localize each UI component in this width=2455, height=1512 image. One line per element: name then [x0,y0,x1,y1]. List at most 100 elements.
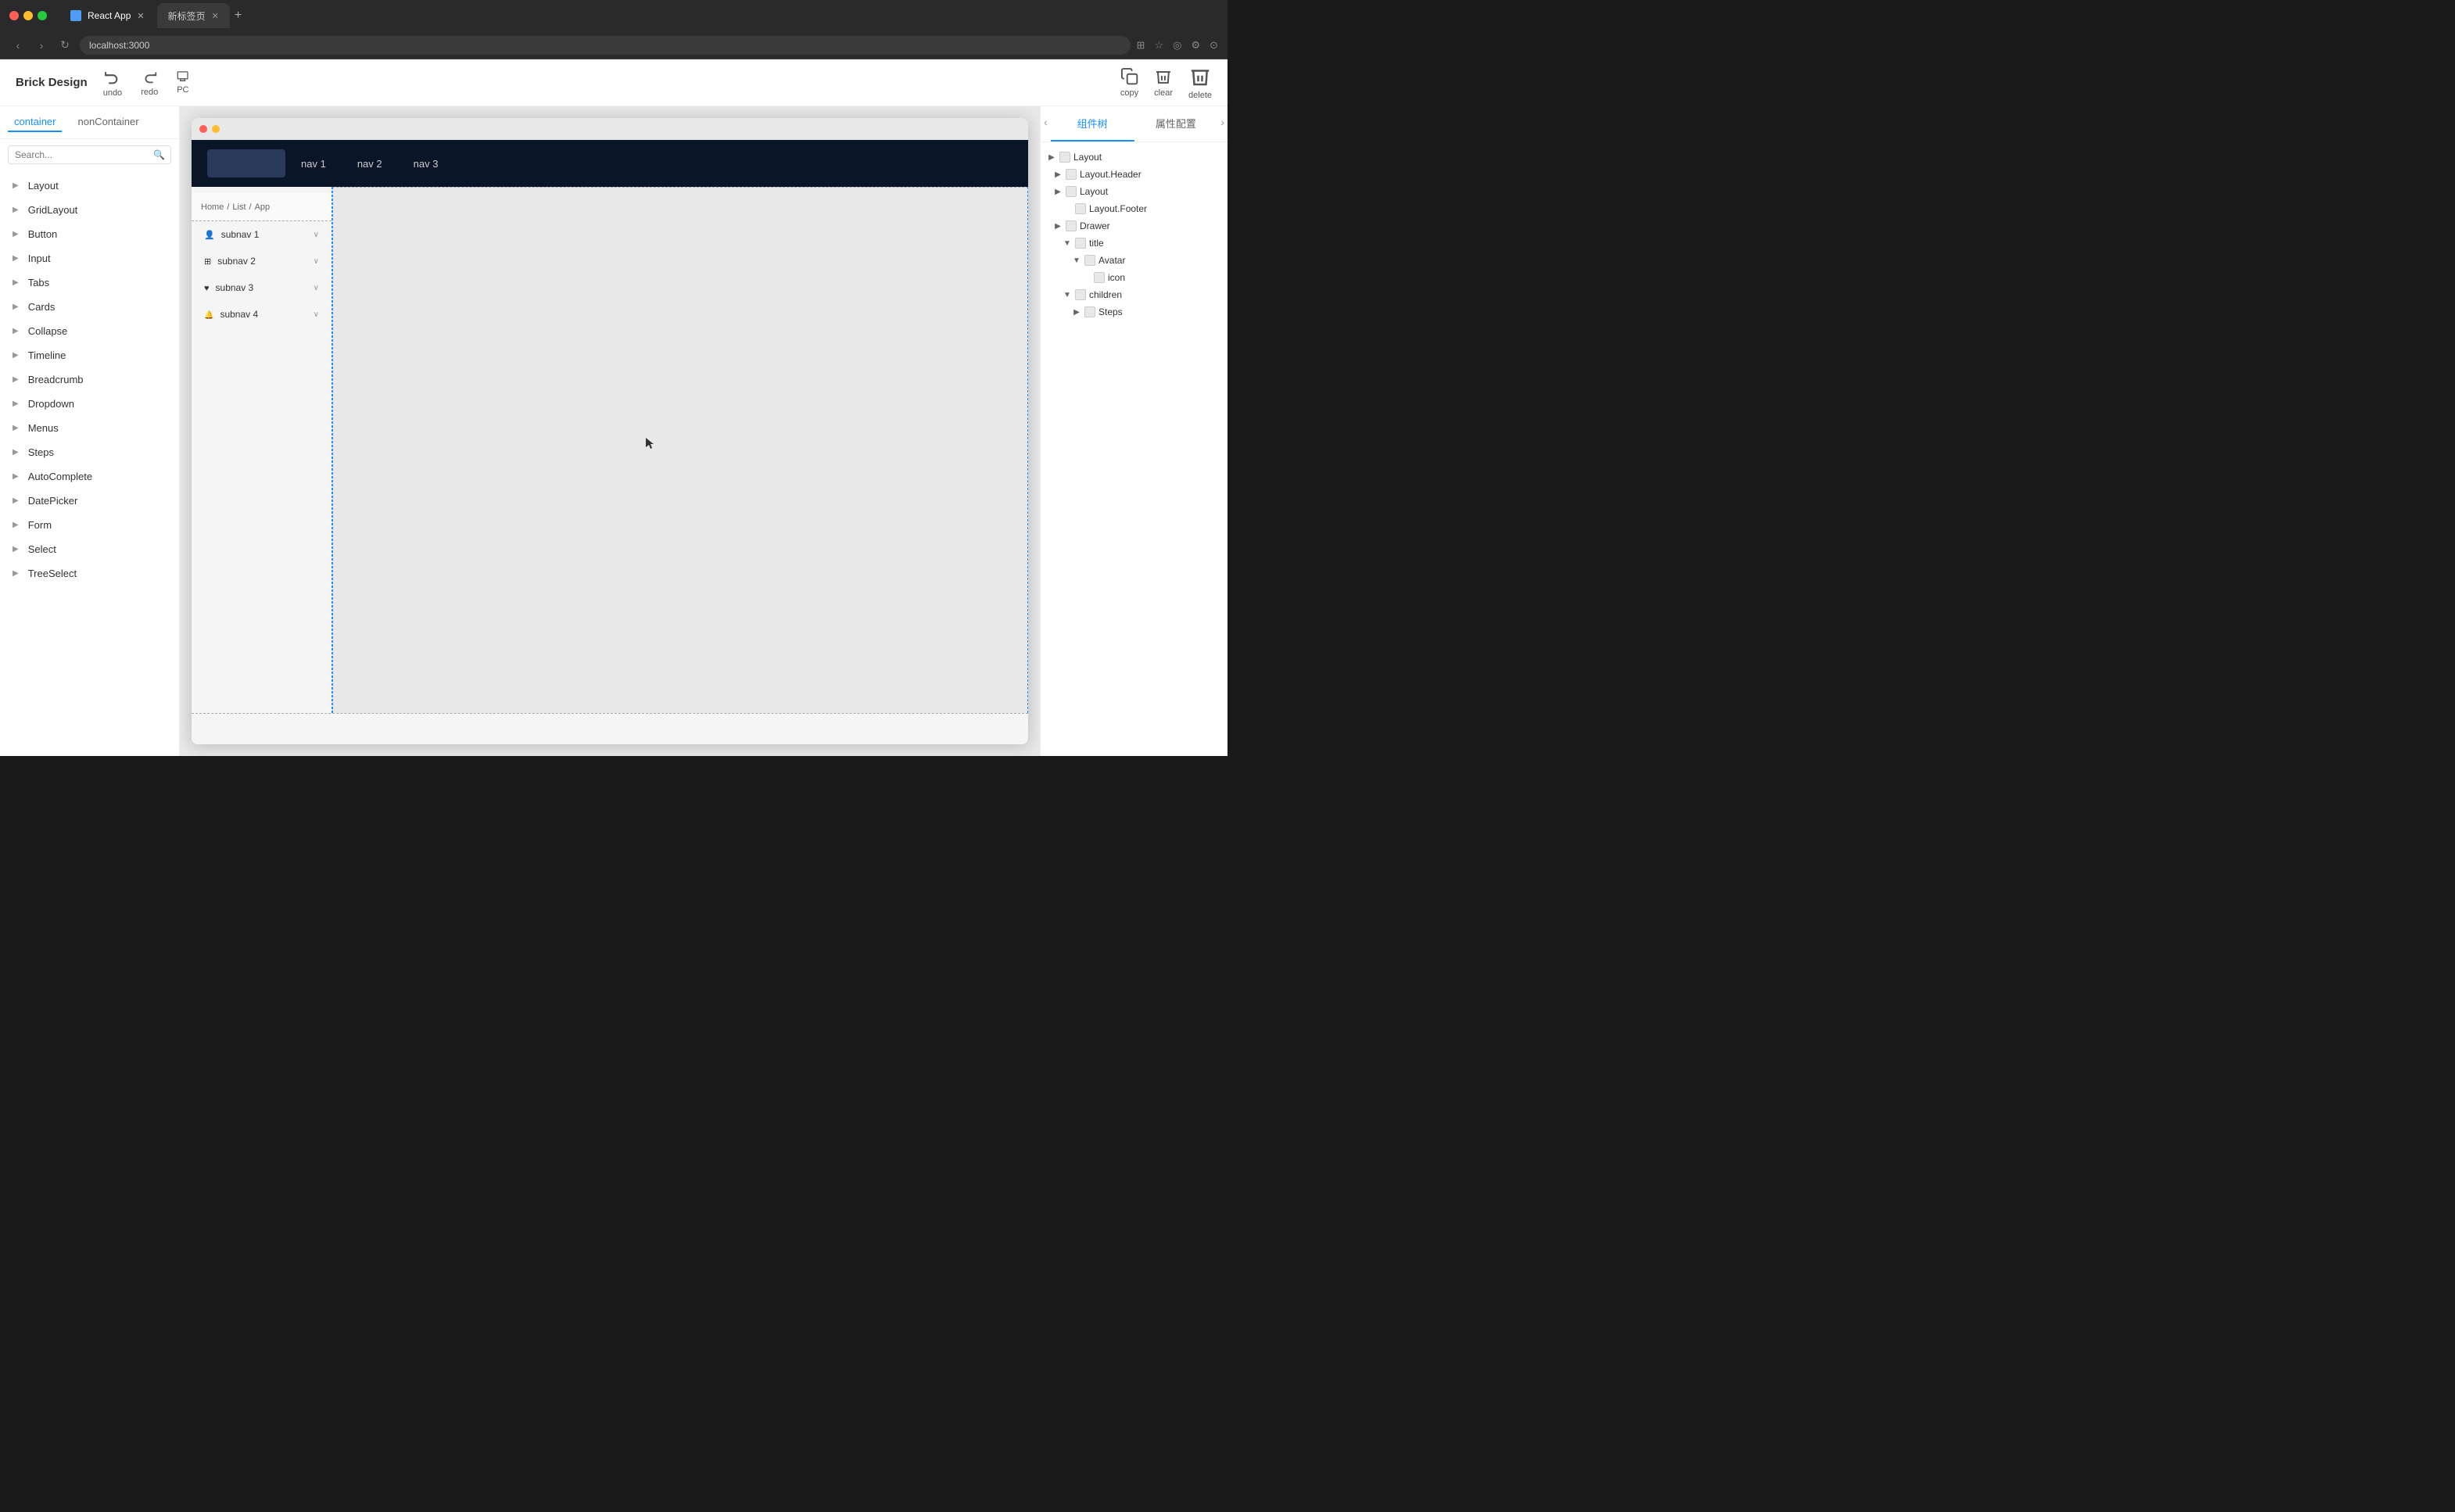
preview-nav-3[interactable]: nav 3 [398,152,454,176]
tab-new-label: 新标签页 [168,9,206,23]
refresh-button[interactable]: ↻ [56,38,73,52]
back-button[interactable]: ‹ [9,39,27,52]
profile-icon[interactable]: ◎ [1173,39,1181,52]
preview-nav-2[interactable]: nav 2 [342,152,398,176]
tab-bar: React App ✕ 新标签页 ✕ + [59,3,1218,28]
toolbar-right: copy clear delete [1120,65,1212,100]
copy-button[interactable]: copy [1120,67,1138,97]
preview-sidebar: Home / List / App subnav 1 ∨ [192,187,332,744]
tree-layout-footer[interactable]: ▶ Layout.Footer [1041,200,1228,217]
app: Brick Design undo redo PC copy c [0,59,1228,756]
comp-gridlayout[interactable]: ▶GridLayout [0,198,179,222]
comp-form[interactable]: ▶Form [0,513,179,537]
tree-steps-label: Steps [1098,306,1123,317]
collapse-panel-button[interactable]: ‹ [1041,106,1051,142]
comp-collapse[interactable]: ▶Collapse [0,319,179,343]
tab-new[interactable]: 新标签页 ✕ [157,3,230,28]
comp-gridlayout-label: GridLayout [28,204,78,216]
comp-datepicker[interactable]: ▶DatePicker [0,489,179,513]
extensions-icon[interactable]: ⊞ [1137,39,1145,52]
tree-steps-expand[interactable]: ▶ [1072,308,1081,317]
forward-button[interactable]: › [33,39,50,52]
tree-children-expand[interactable]: ▼ [1063,291,1072,299]
tab-react-app[interactable]: React App ✕ [59,3,156,28]
search-input[interactable] [8,145,171,164]
comp-breadcrumb[interactable]: ▶Breadcrumb [0,367,179,392]
maximize-dot[interactable] [38,11,47,20]
tree-children-label: children [1089,289,1122,300]
tab-properties[interactable]: 属性配置 [1134,106,1218,142]
comp-dropdown[interactable]: ▶Dropdown [0,392,179,416]
comp-timeline[interactable]: ▶Timeline [0,343,179,367]
tree-layout-expand[interactable]: ▶ [1047,153,1056,162]
left-panel-tabs: container nonContainer [0,106,179,139]
comp-input[interactable]: ▶Input [0,246,179,271]
clear-button[interactable]: clear [1154,67,1173,98]
address-text: localhost:3000 [89,40,149,51]
minimize-dot[interactable] [23,11,33,20]
comp-select-label: Select [28,543,56,555]
subnav-2-icon [204,256,211,267]
tree-layout[interactable]: ▶ Layout [1041,149,1228,166]
preview-subnav-3[interactable]: subnav 3 ∨ [192,274,332,301]
tree-children[interactable]: ▼ children [1041,286,1228,303]
tree-drawer-expand[interactable]: ▶ [1053,222,1063,231]
preview-subnav-2[interactable]: subnav 2 ∨ [192,248,332,274]
tree-title[interactable]: ▼ title [1041,235,1228,252]
undo-icon [103,67,122,86]
tree-title-expand[interactable]: ▼ [1063,239,1072,248]
tree-icon[interactable]: ▶ icon [1041,269,1228,286]
comp-steps-label: Steps [28,446,54,458]
comp-cards[interactable]: ▶Cards [0,295,179,319]
redo-icon [141,68,158,85]
expand-panel-button[interactable]: › [1217,106,1228,142]
close-dot[interactable] [9,11,19,20]
preview-breadcrumb: Home / List / App [192,193,332,221]
address-bar[interactable]: localhost:3000 [80,36,1131,55]
copy-icon [1120,67,1138,85]
tree-layout-child[interactable]: ▶ Layout [1041,183,1228,200]
tree-layout-child-expand[interactable]: ▶ [1053,188,1063,196]
comp-timeline-label: Timeline [28,349,66,361]
tree-drawer[interactable]: ▶ Drawer [1041,217,1228,235]
comp-select[interactable]: ▶Select [0,537,179,561]
toolbar-actions: undo redo PC [103,67,189,98]
tab-component-tree[interactable]: 组件树 [1051,106,1134,142]
tab-new-close-icon[interactable]: ✕ [212,11,219,21]
preview-nav-1[interactable]: nav 1 [285,152,342,176]
pc-button[interactable]: PC [177,70,188,94]
subnav-1-label: subnav 1 [221,229,260,240]
comp-tabs[interactable]: ▶Tabs [0,271,179,295]
comp-layout[interactable]: ▶Layout [0,174,179,198]
comp-input-label: Input [28,253,51,264]
comp-steps[interactable]: ▶Steps [0,440,179,464]
comp-autocomplete[interactable]: ▶AutoComplete [0,464,179,489]
tab-non-container[interactable]: nonContainer [71,113,145,132]
breadcrumb-list: List [232,202,246,212]
undo-button[interactable]: undo [103,67,122,98]
preview-nav-links: nav 1 nav 2 nav 3 [285,152,453,176]
tree-avatar-expand[interactable]: ▼ [1072,256,1081,265]
redo-button[interactable]: redo [141,68,158,97]
settings-icon[interactable]: ⚙ [1191,39,1200,52]
comp-treeselect[interactable]: ▶TreeSelect [0,561,179,586]
tree-avatar-label: Avatar [1098,255,1125,266]
preview-subnav-1[interactable]: subnav 1 ∨ [192,221,332,248]
delete-button[interactable]: delete [1188,65,1212,100]
tab-close-icon[interactable]: ✕ [137,11,144,21]
tree-layout-header[interactable]: ▶ Layout.Header [1041,166,1228,183]
tree-layout-header-label: Layout.Header [1080,169,1141,180]
tree-layout-header-expand[interactable]: ▶ [1053,170,1063,179]
preview-subnav-4[interactable]: subnav 4 ∨ [192,301,332,328]
tab-react-app-label: React App [88,10,131,21]
comp-button[interactable]: ▶Button [0,222,179,246]
subnav-1-icon [204,229,215,240]
tree-avatar[interactable]: ▼ Avatar [1041,252,1228,269]
tab-container[interactable]: container [8,113,62,132]
star-icon[interactable]: ☆ [1154,39,1163,52]
tree-steps[interactable]: ▶ Steps [1041,303,1228,321]
account-icon[interactable]: ⊙ [1210,39,1218,52]
new-tab-button[interactable]: + [235,9,242,23]
tree-layout-icon [1059,152,1070,163]
comp-menus[interactable]: ▶Menus [0,416,179,440]
